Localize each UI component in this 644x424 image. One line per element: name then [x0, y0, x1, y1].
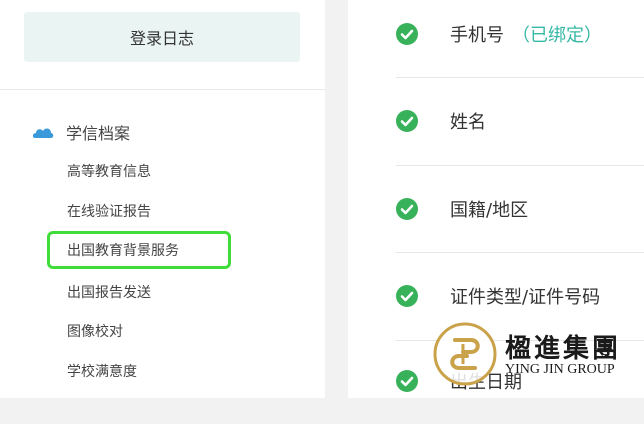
- sidebar-item-school-satisfaction[interactable]: 学校满意度: [67, 361, 137, 383]
- check-circle-icon: [396, 370, 418, 392]
- sidebar-divider: [0, 89, 325, 90]
- yingjin-group-watermark: 楹進集團 YING JIN GROUP: [433, 322, 644, 398]
- name-label: 姓名: [450, 112, 486, 133]
- logo-name-en: YING JIN GROUP: [505, 362, 615, 377]
- field-row-phone: 手机号 （已绑定）: [348, 0, 644, 77]
- sidebar-item-overseas-education-background[interactable]: 出国教育背景服务: [67, 240, 179, 262]
- field-row-nationality: 国籍/地区: [348, 166, 644, 252]
- yingjin-logo-icon: [433, 322, 497, 386]
- nationality-label: 国籍/地区: [450, 200, 529, 221]
- login-log-button[interactable]: 登录日志: [24, 12, 300, 62]
- sidebar-item-overseas-report-send[interactable]: 出国报告发送: [67, 282, 151, 304]
- section-title: 学信档案: [66, 124, 131, 143]
- check-circle-icon: [396, 285, 418, 307]
- check-circle-icon: [396, 110, 418, 132]
- id-document-label: 证件类型/证件号码: [450, 287, 601, 308]
- logo-name-cn: 楹進集團: [505, 334, 622, 364]
- left-sidebar: 登录日志 学信档案 高等教育信息 在线验证报告 出国教育背景服务 出国报告发送 …: [0, 0, 325, 398]
- check-circle-icon: [396, 198, 418, 220]
- sidebar-item-higher-education-info[interactable]: 高等教育信息: [67, 161, 151, 183]
- bound-status: （已绑定）: [512, 25, 602, 46]
- phone-label: 手机号: [450, 25, 504, 46]
- section-header-xuexin-archive[interactable]: 学信档案: [32, 120, 130, 144]
- field-label: 手机号 （已绑定）: [450, 21, 602, 47]
- sidebar-item-online-verification-report[interactable]: 在线验证报告: [67, 201, 151, 223]
- field-row-name: 姓名: [348, 78, 644, 164]
- sidebar-item-image-proofreading[interactable]: 图像校对: [67, 321, 123, 343]
- check-circle-icon: [396, 23, 418, 45]
- cloud-icon: [32, 128, 54, 138]
